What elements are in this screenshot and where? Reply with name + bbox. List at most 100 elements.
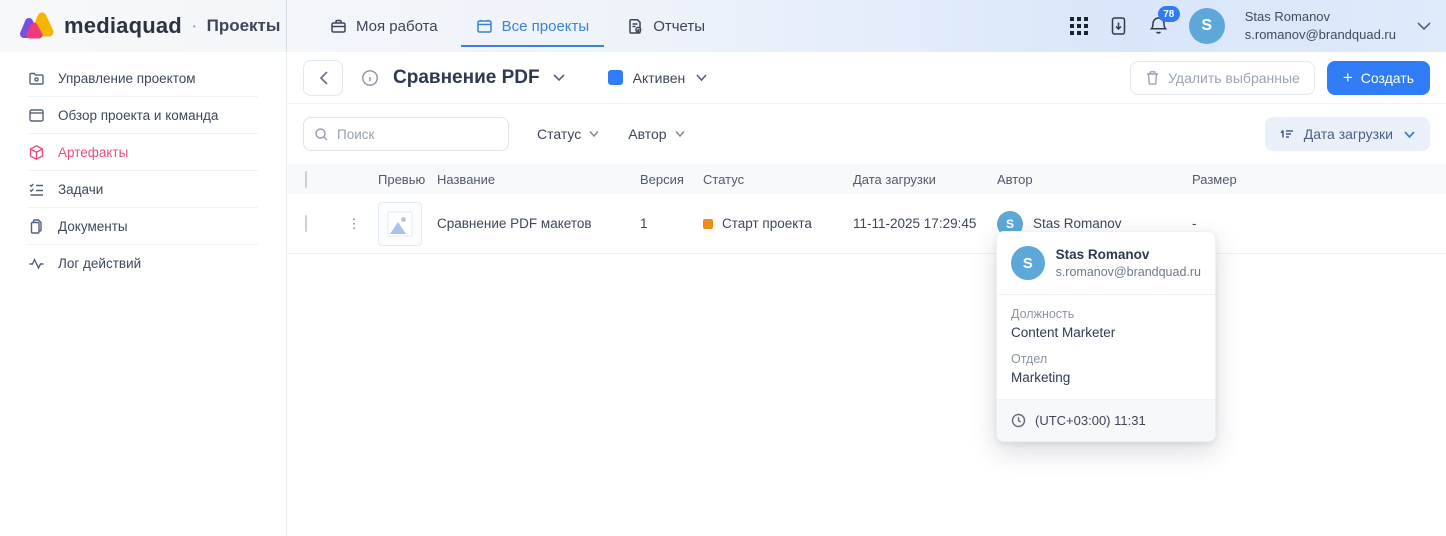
status-filter[interactable]: Статус <box>537 126 600 142</box>
popover-avatar: S <box>1011 246 1045 280</box>
column-header-preview[interactable]: Превью <box>378 172 437 187</box>
user-menu-chevron-down-icon[interactable] <box>1416 21 1432 31</box>
sidebar: Управление проектом Обзор проекта и кома… <box>0 52 287 536</box>
main-content: Сравнение PDF Активен Удалить выбранные … <box>287 52 1446 536</box>
select-all-checkbox[interactable] <box>305 170 307 188</box>
create-button[interactable]: + Создать <box>1326 60 1430 95</box>
user-info: Stas Romanov s.romanov@brandquad.ru <box>1245 9 1396 44</box>
brand-section-label: Проекты <box>206 16 281 35</box>
project-status-label: Активен <box>632 69 686 86</box>
user-avatar[interactable]: S <box>1188 8 1225 44</box>
sidebar-item-label: Артефакты <box>58 144 129 160</box>
sidebar-item-action-log[interactable]: Лог действий <box>28 245 258 282</box>
popover-user-name: Stas Romanov <box>1055 247 1150 262</box>
calendar-icon <box>476 18 493 35</box>
delete-selected-button[interactable]: Удалить выбранные <box>1130 60 1315 95</box>
sort-chevron-down-icon <box>1403 130 1416 139</box>
briefcase-icon <box>330 18 347 35</box>
image-placeholder-icon <box>385 209 415 239</box>
row-kebab-menu-icon[interactable]: ⋮ <box>345 216 363 232</box>
brand-zone: mediaquad · Проекты <box>0 0 287 52</box>
tab-my-work[interactable]: Моя работа <box>315 0 453 52</box>
sort-lines-icon <box>1279 128 1294 140</box>
department-label: Отдел <box>1011 352 1048 366</box>
project-toolbar: Сравнение PDF Активен Удалить выбранные … <box>287 52 1446 104</box>
window-icon <box>28 107 45 124</box>
table-row[interactable]: ⋮ Сравнение PDF макетов 1 Старт проекта … <box>287 194 1446 254</box>
tab-label: Все проекты <box>501 17 590 35</box>
notifications-bell-icon[interactable]: 78 <box>1148 6 1180 37</box>
tab-reports[interactable]: Отчеты <box>612 0 720 52</box>
apps-grid-icon[interactable] <box>1069 16 1089 36</box>
author-filter-label: Автор <box>628 126 667 142</box>
row-checkbox[interactable] <box>305 215 307 232</box>
author-name[interactable]: Stas Romanov <box>1033 216 1122 231</box>
sidebar-item-label: Документы <box>58 218 128 234</box>
upload-date: 11-11-2025 17:29:45 <box>853 216 977 231</box>
position-label: Должность <box>1011 307 1075 321</box>
page-title: Сравнение PDF <box>393 66 540 88</box>
project-status-select[interactable]: Активен <box>607 69 709 86</box>
sidebar-item-artifacts[interactable]: Артефакты <box>28 134 258 171</box>
timezone-time: (UTC+03:00) 11:31 <box>1035 413 1146 428</box>
plus-icon: + <box>1342 68 1353 87</box>
tab-all-projects[interactable]: Все проекты <box>460 0 605 52</box>
cube-icon <box>28 144 45 161</box>
user-name: Stas Romanov <box>1244 8 1331 24</box>
notification-count-badge: 78 <box>1157 6 1180 22</box>
sidebar-item-label: Лог действий <box>58 256 142 271</box>
sidebar-item-tasks[interactable]: Задачи <box>28 171 258 208</box>
user-email: s.romanov@brandquad.ru <box>1244 26 1396 42</box>
column-header-size[interactable]: Размер <box>1192 172 1446 187</box>
info-icon[interactable] <box>361 69 379 87</box>
sort-by-upload-date-button[interactable]: Дата загрузки <box>1264 117 1430 151</box>
artifact-version: 1 <box>640 216 648 231</box>
sort-label: Дата загрузки <box>1303 126 1393 142</box>
column-header-date[interactable]: Дата загрузки <box>853 172 997 187</box>
tab-label: Отчеты <box>653 17 706 35</box>
tab-label: Моя работа <box>356 17 438 35</box>
toolbar-actions: Удалить выбранные + Создать <box>1130 60 1430 95</box>
column-header-name[interactable]: Название <box>437 172 640 187</box>
delete-selected-label: Удалить выбранные <box>1168 69 1300 86</box>
row-status-color-swatch <box>703 218 713 229</box>
sidebar-item-documents[interactable]: Документы <box>28 208 258 245</box>
top-bar: mediaquad · Проекты Моя работа Все проек… <box>0 0 1446 52</box>
file-size: - <box>1192 216 1197 231</box>
sidebar-item-project-management[interactable]: Управление проектом <box>28 60 258 97</box>
sidebar-item-label: Задачи <box>58 181 104 197</box>
author-filter[interactable]: Автор <box>628 126 685 142</box>
status-filter-label: Статус <box>537 126 582 142</box>
department-value: Marketing <box>1011 370 1071 385</box>
back-button[interactable] <box>303 59 343 96</box>
title-chevron-down-icon[interactable] <box>552 73 566 82</box>
popover-footer: (UTC+03:00) 11:31 <box>997 399 1215 441</box>
preview-thumbnail[interactable] <box>378 201 422 246</box>
search-box[interactable] <box>303 117 509 151</box>
folder-gear-icon <box>28 70 45 87</box>
top-right-zone: 78 S Stas Romanov s.romanov@brandquad.ru <box>1069 0 1446 52</box>
activity-pulse-icon <box>28 255 45 272</box>
sidebar-item-project-overview[interactable]: Обзор проекта и команда <box>28 97 258 134</box>
brand-separator: · <box>190 14 198 37</box>
filter-row: Статус Автор Дата загрузки <box>287 104 1446 160</box>
position-value: Content Marketer <box>1011 325 1116 340</box>
file-download-icon[interactable] <box>1109 16 1128 37</box>
trash-icon <box>1145 70 1160 86</box>
report-icon <box>627 18 644 35</box>
author-profile-popover: S Stas Romanov s.romanov@brandquad.ru До… <box>996 231 1216 442</box>
sidebar-item-label: Управление проектом <box>58 70 196 86</box>
table-header-row: Превью Название Версия Статус Дата загру… <box>287 164 1446 194</box>
search-input[interactable] <box>337 126 498 142</box>
column-header-author[interactable]: Автор <box>997 172 1192 187</box>
chevron-down-icon <box>588 130 600 138</box>
artifact-name[interactable]: Сравнение PDF макетов <box>437 216 640 231</box>
sidebar-item-label: Обзор проекта и команда <box>58 107 219 123</box>
chevron-down-icon <box>674 130 686 138</box>
row-status-label: Старт проекта <box>722 216 812 231</box>
create-label: Создать <box>1360 69 1414 86</box>
column-header-version[interactable]: Версия <box>640 172 703 187</box>
search-icon <box>314 127 329 142</box>
column-header-status[interactable]: Статус <box>703 172 853 187</box>
popover-body: Должность Content Marketer Отдел Marketi… <box>997 295 1215 399</box>
